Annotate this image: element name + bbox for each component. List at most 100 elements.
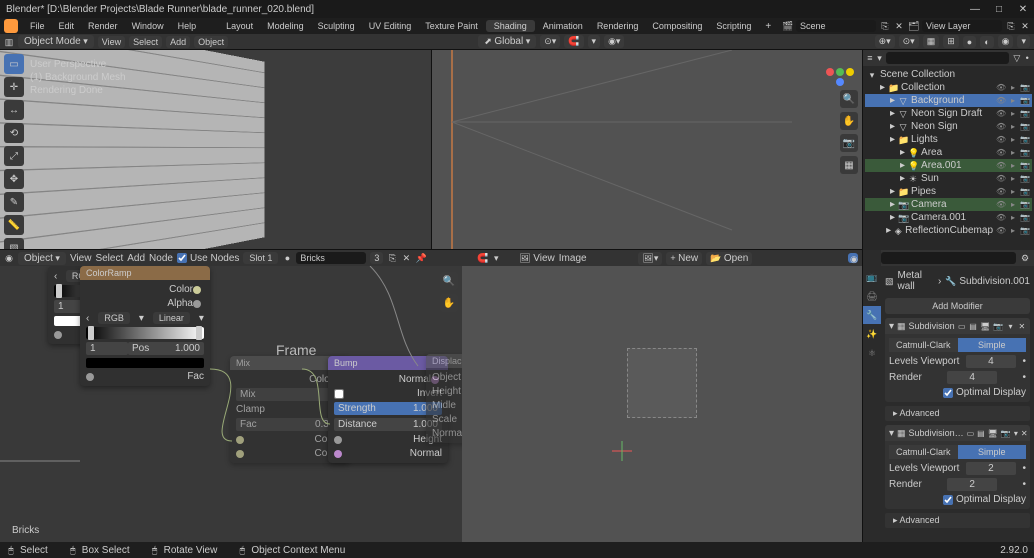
mod-render-icon[interactable]: 📷 [993, 320, 1003, 332]
editor-node-icon[interactable]: ◉ [4, 253, 14, 263]
tab-rendering[interactable]: Rendering [591, 21, 645, 31]
cr-interp[interactable]: Linear [153, 312, 190, 324]
render-icon[interactable]: 📷 [1020, 148, 1030, 157]
tool-scale[interactable]: ⤢ [4, 146, 24, 166]
vis-icon[interactable]: 👁 [996, 213, 1006, 222]
render-icon[interactable]: 📷 [1020, 96, 1030, 105]
render-icon[interactable]: 📷 [1020, 187, 1030, 196]
img-browse[interactable]: 🖼▾ [638, 252, 662, 265]
root-label[interactable]: Scene Collection [880, 69, 955, 80]
tab-texpaint[interactable]: Texture Paint [419, 21, 484, 31]
cr-color[interactable] [86, 358, 204, 368]
tool-annotate[interactable]: ✎ [4, 192, 24, 212]
optimal-display[interactable] [943, 495, 953, 505]
mod-oncage-icon[interactable]: ▭ [958, 320, 966, 332]
menu-edit[interactable]: Edit [53, 21, 81, 31]
img-open[interactable]: 📂 Open [706, 252, 752, 265]
select-icon[interactable]: ▸ [1008, 109, 1018, 118]
vis-icon[interactable]: 👁 [996, 122, 1006, 131]
shading-options[interactable]: ▾ [1017, 35, 1030, 48]
select-icon[interactable]: ▸ [1008, 226, 1018, 235]
crumb-obj[interactable]: Metal wall [898, 270, 935, 292]
select-icon[interactable]: ▸ [1008, 174, 1018, 183]
tool-rotate[interactable]: ⟲ [4, 123, 24, 143]
outliner-search[interactable] [886, 52, 1009, 64]
tool-cursor[interactable]: ✛ [4, 77, 24, 97]
select-icon[interactable]: ▸ [1008, 200, 1018, 209]
render-icon[interactable]: 📷 [1020, 213, 1030, 222]
tree-item[interactable]: ▸💡Area👁▸📷 [865, 146, 1032, 159]
catmull-tab[interactable]: Catmull-Clark [889, 445, 958, 459]
menu-object[interactable]: Object [194, 36, 228, 48]
vis-icon[interactable]: 👁 [996, 200, 1006, 209]
tab-compositing[interactable]: Compositing [646, 21, 708, 31]
img-view[interactable]: View [533, 253, 555, 264]
vis-icon[interactable]: 👁 [996, 226, 1006, 235]
menu-render[interactable]: Render [82, 21, 124, 31]
material-unlink-icon[interactable]: ✕ [401, 253, 411, 263]
tab-scripting[interactable]: Scripting [710, 21, 757, 31]
snap-options[interactable]: ▾ [588, 35, 601, 48]
menu-file[interactable]: File [24, 21, 51, 31]
cr-out-alpha[interactable]: Alpha [167, 298, 193, 309]
tab-uv[interactable]: UV Editing [363, 21, 418, 31]
menu-add[interactable]: Add [166, 36, 190, 48]
cr-index[interactable]: 1 [86, 342, 128, 355]
prop-edit[interactable]: ◉▾ [604, 35, 624, 48]
mod-name[interactable]: Subdivision… [909, 428, 964, 438]
scene-new-icon[interactable]: ⎘ [880, 21, 890, 31]
select-icon[interactable]: ▸ [1008, 187, 1018, 196]
window-minimize[interactable]: — [970, 4, 980, 15]
select-icon[interactable]: ▸ [1008, 135, 1018, 144]
render-icon[interactable]: 📷 [1020, 122, 1030, 131]
viewlayer-name[interactable] [922, 20, 1002, 32]
tree-item[interactable]: ▸📁Collection👁▸📷 [865, 81, 1032, 94]
cr-out-color[interactable]: Color [169, 284, 193, 295]
persp-ortho-icon[interactable]: ▦ [840, 156, 858, 174]
cr-pos[interactable]: Pos1.000 [128, 342, 204, 355]
node-canvas[interactable]: Frame ‹RGB▾Linear▾ 1Pos0.041 Fac ColorRa… [0, 266, 462, 542]
tree-item[interactable]: ▸📷Camera.001👁▸📷 [865, 211, 1032, 224]
window-maximize[interactable]: □ [994, 4, 1004, 15]
ne-node[interactable]: Node [149, 253, 173, 264]
mod-extra-icon[interactable]: ▾ [1014, 427, 1018, 439]
zoom-icon[interactable]: 🔍 [840, 90, 858, 108]
xray[interactable]: ▦ [923, 35, 940, 48]
select-icon[interactable]: ▸ [1008, 96, 1018, 105]
select-icon[interactable]: ▸ [1008, 148, 1018, 157]
camera-view-icon[interactable]: 📷 [840, 134, 858, 152]
shading-wire[interactable]: ⊞ [943, 35, 959, 48]
tree-item[interactable]: ▸▽Neon Sign👁▸📷 [865, 120, 1032, 133]
bump-invert[interactable] [334, 389, 344, 399]
levels-render[interactable]: 2 [947, 478, 997, 491]
render-icon[interactable]: 📷 [1020, 83, 1030, 92]
img-new[interactable]: + New [666, 252, 702, 265]
ptab-output[interactable]: 🖨 [863, 287, 881, 305]
material-pin-icon[interactable]: 📌 [415, 253, 425, 263]
ne-snap-icon[interactable]: 🧲 [477, 253, 487, 263]
mod-editmode-icon[interactable]: ▤ [969, 320, 977, 332]
vis-icon[interactable]: 👁 [996, 174, 1006, 183]
tab-modeling[interactable]: Modeling [261, 21, 310, 31]
render-icon[interactable]: 📷 [1020, 135, 1030, 144]
pivot-point[interactable]: ⊙▾ [540, 35, 560, 48]
tab-layout[interactable]: Layout [220, 21, 259, 31]
tree-item[interactable]: ▸📷Camera👁▸📷 [865, 198, 1032, 211]
advanced-section[interactable]: ▸ Advanced [885, 513, 1030, 528]
optimal-display[interactable] [943, 388, 953, 398]
ptab-render[interactable]: 📺 [863, 268, 881, 286]
img-image[interactable]: Image [559, 253, 587, 264]
image-editor[interactable] [462, 266, 862, 542]
mod-editmode-icon[interactable]: ▤ [977, 427, 985, 439]
mix-clamp[interactable]: Clamp [236, 404, 265, 415]
viewlayer-delete-icon[interactable]: ✕ [1020, 21, 1030, 31]
menu-view[interactable]: View [98, 36, 125, 48]
render-icon[interactable]: 📷 [1020, 174, 1030, 183]
colorramp-title[interactable]: ColorRamp [80, 266, 210, 280]
add-workspace[interactable]: + [759, 21, 777, 32]
tool-select-box[interactable]: ▭ [4, 54, 24, 74]
outliner-icon[interactable]: ≡ [867, 53, 873, 63]
ne-pan-icon[interactable]: ✋ [440, 294, 458, 312]
vis-icon[interactable]: 👁 [996, 187, 1006, 196]
bump-normal[interactable]: Normal [410, 448, 442, 459]
